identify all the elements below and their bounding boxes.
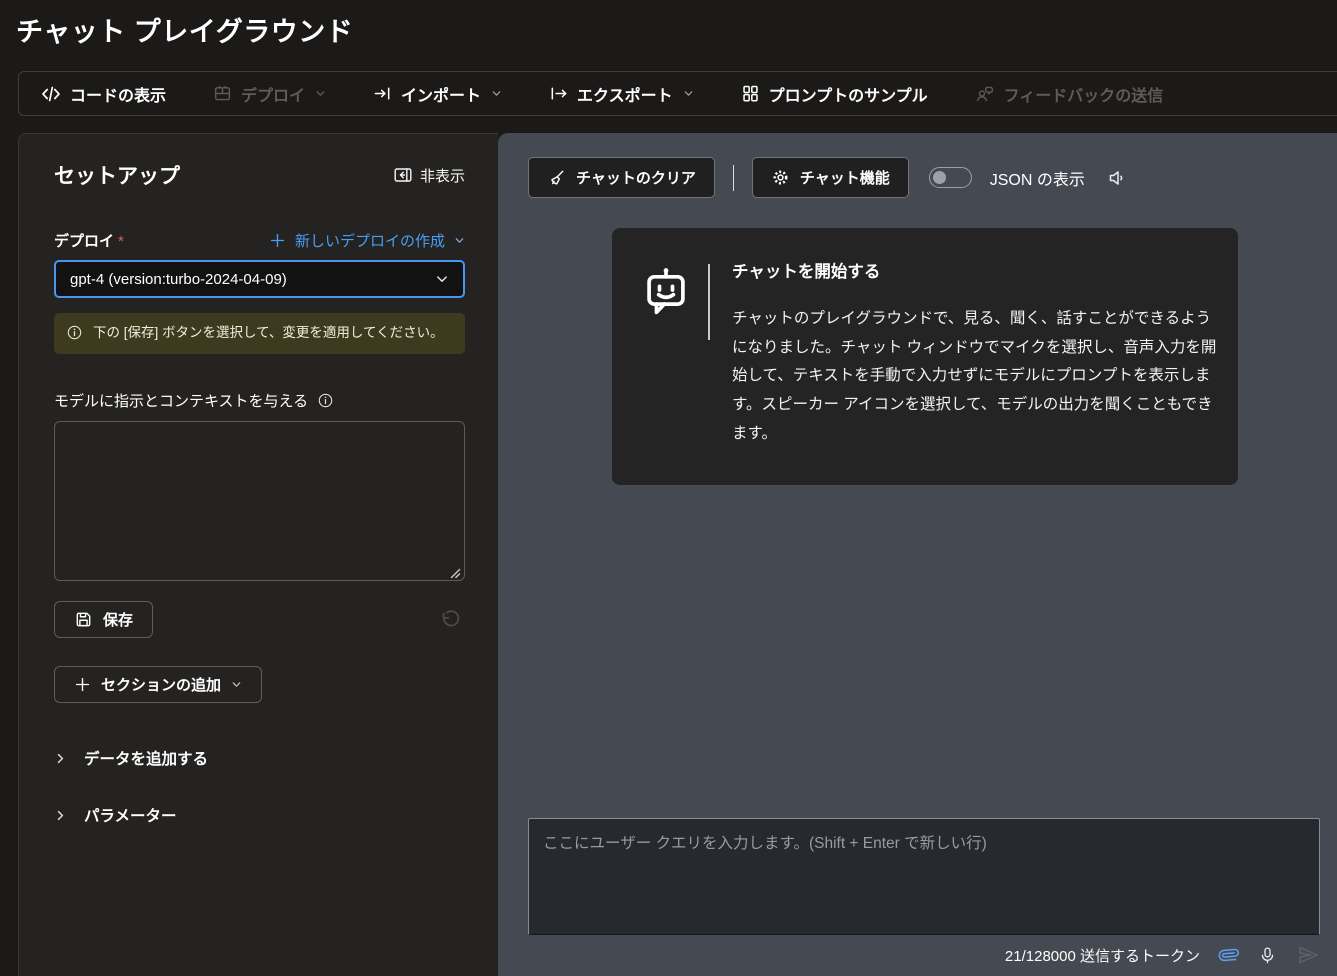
add-data-section-toggle[interactable]: データを追加する <box>54 747 465 769</box>
token-count: 21/128000 送信するトークン <box>1005 945 1200 966</box>
required-marker: * <box>118 233 124 250</box>
toolbar-item-label: エクスポート <box>577 82 673 106</box>
paperclip-icon[interactable] <box>1219 945 1239 965</box>
broom-icon <box>547 168 566 187</box>
setup-panel: セットアップ 非表示 デプロイ* 新しいデプロイの作成 gpt-4 (versi… <box>18 133 498 976</box>
hide-panel-label: 非表示 <box>420 165 465 186</box>
chat-toolbar: チャットのクリア チャット機能 JSON の表示 <box>528 157 1129 198</box>
export-icon <box>549 84 568 103</box>
add-section-button[interactable]: セクションの追加 <box>54 666 262 703</box>
json-toggle-label: JSON の表示 <box>990 166 1085 190</box>
chevron-right-icon <box>54 809 67 822</box>
toolbar-item-label: プロンプトのサンプル <box>769 82 928 106</box>
info-icon[interactable] <box>317 392 334 409</box>
clear-chat-label: チャットのクリア <box>576 167 696 188</box>
toolbar-item-label: デプロイ <box>241 82 305 106</box>
chat-intro-body: チャットのプレイグラウンドで、見る、聞く、話すことができるようになりました。チャ… <box>732 305 1218 448</box>
toolbar-divider <box>733 165 734 191</box>
clear-chat-button[interactable]: チャットのクリア <box>528 157 715 198</box>
setup-title: セットアップ <box>54 160 180 190</box>
deployment-select[interactable]: gpt-4 (version:turbo-2024-04-09) <box>54 260 465 298</box>
system-message-label: モデルに指示とコンテキストを与える <box>54 390 308 411</box>
save-button-label: 保存 <box>103 609 133 630</box>
chevron-down-icon <box>491 88 502 99</box>
add-section-label: セクションの追加 <box>101 674 221 695</box>
chat-intro-title: チャットを開始する <box>732 258 1218 282</box>
create-new-deployment-link[interactable]: 新しいデプロイの作成 <box>269 230 465 251</box>
parameters-section-toggle[interactable]: パラメーター <box>54 804 465 826</box>
chevron-down-icon <box>315 88 326 99</box>
top-toolbar: コードの表示 デプロイ インポート エクスポート プロンプトのサンプル <box>18 71 1337 116</box>
system-message-textarea[interactable] <box>54 421 465 581</box>
save-warning-text: 下の [保存] ボタンを選択して、変更を適用してください。 <box>93 323 444 343</box>
create-new-deployment-label: 新しいデプロイの作成 <box>295 230 445 251</box>
feedback-icon <box>975 84 995 104</box>
import-icon <box>373 84 392 103</box>
save-warning-banner: 下の [保存] ボタンを選択して、変更を適用してください。 <box>54 313 465 354</box>
chevron-down-icon <box>231 679 242 690</box>
toggle-knob <box>933 171 946 184</box>
save-button[interactable]: 保存 <box>54 601 153 638</box>
add-data-section-label: データを追加する <box>84 747 208 769</box>
speaker-icon[interactable] <box>1107 167 1129 189</box>
parameters-section-label: パラメーター <box>84 804 177 826</box>
card-divider <box>708 264 710 340</box>
user-query-input[interactable] <box>528 818 1320 935</box>
robot-icon <box>640 266 692 449</box>
toolbar-item-deploy[interactable]: デプロイ <box>213 82 326 106</box>
code-icon <box>41 84 61 104</box>
chevron-down-icon <box>435 272 449 286</box>
plus-icon <box>269 232 286 249</box>
chat-intro-card: チャットを開始する チャットのプレイグラウンドで、見る、聞く、話すことができるよ… <box>612 228 1238 485</box>
save-icon <box>74 610 93 629</box>
deployment-select-value: gpt-4 (version:turbo-2024-04-09) <box>70 271 287 288</box>
hide-panel-button[interactable]: 非表示 <box>393 165 465 186</box>
toolbar-item-view-code[interactable]: コードの表示 <box>41 82 166 106</box>
grid-icon <box>741 84 760 103</box>
resize-handle-icon[interactable] <box>450 568 461 579</box>
toolbar-item-label: コードの表示 <box>70 82 166 106</box>
toolbar-item-label: フィードバックの送信 <box>1004 82 1164 106</box>
chevron-right-icon <box>54 752 67 765</box>
mic-icon[interactable] <box>1258 946 1277 965</box>
toolbar-item-import[interactable]: インポート <box>373 82 502 106</box>
json-toggle[interactable] <box>929 167 972 188</box>
toolbar-item-prompt-samples[interactable]: プロンプトのサンプル <box>741 82 928 106</box>
info-icon <box>66 324 83 343</box>
send-icon[interactable] <box>1296 943 1320 967</box>
plus-icon <box>74 676 91 693</box>
gear-icon <box>771 168 790 187</box>
toolbar-item-send-feedback[interactable]: フィードバックの送信 <box>975 82 1164 106</box>
input-footer: 21/128000 送信するトークン <box>1005 943 1320 967</box>
toolbar-item-label: インポート <box>401 82 481 106</box>
chat-features-label: チャット機能 <box>800 167 890 188</box>
chevron-down-icon <box>454 235 465 246</box>
deploy-field-label: デプロイ* <box>54 230 124 251</box>
deploy-icon <box>213 84 232 103</box>
toolbar-item-export[interactable]: エクスポート <box>549 82 694 106</box>
chevron-down-icon <box>683 88 694 99</box>
page-title: チャット プレイグラウンド <box>16 10 353 49</box>
undo-icon[interactable] <box>438 608 462 632</box>
hide-panel-icon <box>393 165 413 185</box>
chat-panel: チャットのクリア チャット機能 JSON の表示 チャットを開始する チャットの… <box>498 133 1337 976</box>
chat-features-button[interactable]: チャット機能 <box>752 157 909 198</box>
